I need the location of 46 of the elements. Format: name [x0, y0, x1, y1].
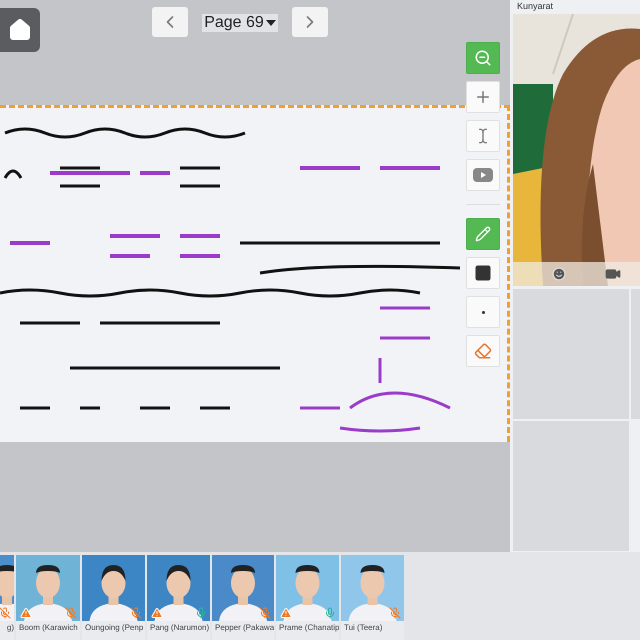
- participant-card[interactable]: Prame (Chanatip: [276, 555, 339, 640]
- dot-tool-button[interactable]: [466, 296, 500, 328]
- participant-card[interactable]: Boom (Karawich: [16, 555, 80, 640]
- home-icon: [8, 18, 32, 42]
- caret-icon: [266, 20, 276, 26]
- video-tool-button[interactable]: [466, 159, 500, 191]
- plus-tool-button[interactable]: [466, 81, 500, 113]
- mic-off-icon: [259, 607, 271, 619]
- eraser-tool-button[interactable]: [466, 335, 500, 367]
- participant-name: Tui (Teera): [343, 622, 382, 632]
- warning-icon: [280, 607, 292, 619]
- participant-card[interactable]: Pang (Narumon): [147, 555, 210, 640]
- warning-icon: [151, 607, 163, 619]
- pencil-icon: [475, 226, 491, 242]
- emoji-icon[interactable]: [552, 267, 566, 281]
- participant-name: Pepper (Pakawa: [214, 622, 274, 632]
- participant-name: g): [6, 622, 14, 632]
- zoom-out-tool-button[interactable]: [466, 42, 500, 74]
- home-button[interactable]: [0, 8, 40, 52]
- pencil-tool-button[interactable]: [466, 218, 500, 250]
- play-icon: [473, 168, 493, 182]
- plus-icon: [474, 88, 492, 106]
- mic-icon: [195, 607, 207, 619]
- participant-name: Prame (Chanatip: [278, 622, 339, 632]
- dot-icon: [482, 310, 484, 314]
- mic-off-icon: [389, 607, 401, 619]
- participant-card[interactable]: Pepper (Pakawa: [212, 555, 274, 640]
- square-icon: [474, 264, 492, 282]
- mic-off-icon: [65, 607, 77, 619]
- square-tool-button[interactable]: [466, 257, 500, 289]
- eraser-icon: [474, 342, 492, 360]
- warning-icon: [20, 607, 32, 619]
- participant-name: Oungoing (Penp: [84, 622, 144, 632]
- mic-icon: [324, 607, 336, 619]
- next-page-button[interactable]: [292, 7, 328, 37]
- participant-name: Pang (Narumon): [149, 622, 210, 632]
- mic-off-icon: [130, 607, 142, 619]
- previous-page-button[interactable]: [152, 7, 188, 37]
- mic-off-icon: [0, 607, 11, 619]
- text-tool-button[interactable]: [466, 120, 500, 152]
- participant-card[interactable]: Oungoing (Penp: [82, 555, 145, 640]
- participant-name: Boom (Karawich: [18, 622, 78, 632]
- participant-card[interactable]: Tui (Teera): [341, 555, 404, 640]
- page-selector[interactable]: Page 69: [202, 14, 278, 32]
- zoom-out-icon: [474, 49, 492, 67]
- participant-card[interactable]: g): [0, 555, 14, 640]
